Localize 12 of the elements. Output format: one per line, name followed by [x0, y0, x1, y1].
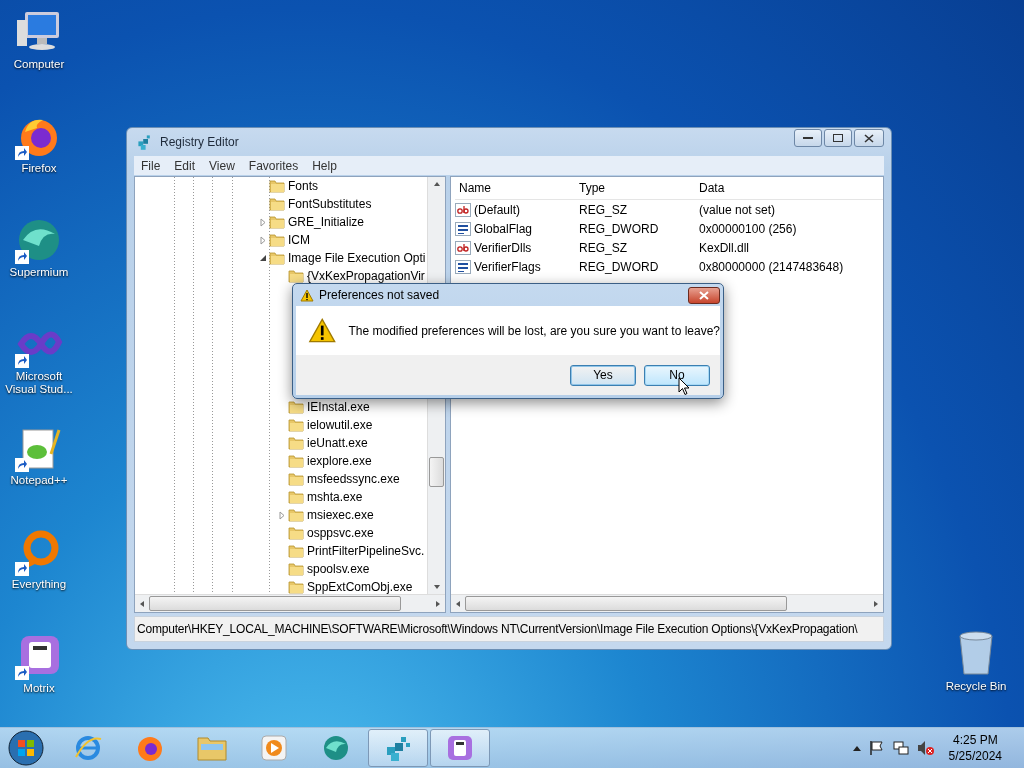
dialog-message: The modified preferences will be lost, are you sure you want to leave?	[348, 323, 720, 338]
table-cell-text: 0x00000100 (256)	[698, 221, 798, 236]
key-path: Computer\HKEY_LOCAL_MACHINE\SOFTWARE\Microsoft\Windows NT\CurrentVersion\Image File Execution Options\{VxKexPropagation\	[137, 622, 858, 636]
table-cell-text: REG_DWORD	[578, 221, 660, 236]
dialog-title: Preferences not saved	[319, 288, 441, 302]
table-cell-text: 0x80000000 (2147483648)	[698, 259, 845, 274]
table-cell-text: KexDll.dll	[698, 240, 750, 255]
table-cell-text: REG_SZ	[578, 202, 628, 217]
table-cell-text: (value not set)	[698, 202, 777, 217]
table-cell-text: REG_DWORD	[578, 259, 660, 274]
table-cell-text: REG_SZ	[578, 240, 628, 255]
window-title: Registry Editor	[160, 135, 240, 149]
